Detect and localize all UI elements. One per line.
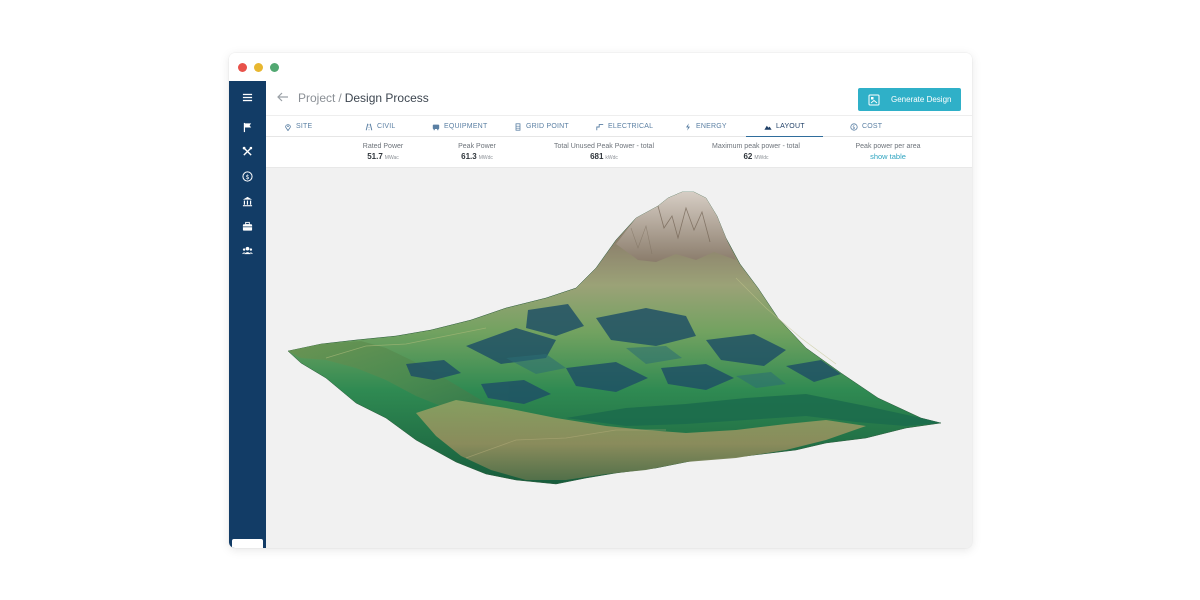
tab-site-label: SITE	[296, 123, 313, 130]
tab-cost-label: COST	[862, 123, 883, 130]
cost-icon: $	[850, 122, 858, 130]
tools-icon[interactable]	[229, 141, 266, 161]
tab-site[interactable]: SITE	[284, 116, 312, 137]
stats-bar: Rated Power 51.7 MWac Peak Power 61.3 MWdc…	[266, 137, 972, 168]
back-arrow-icon[interactable]	[276, 90, 290, 104]
stat-unused-peak-power: Total Unused Peak Power - total 681 kWdc	[529, 142, 679, 164]
stat-unit: kWdc	[605, 155, 618, 161]
page-header: Project / Design Process Generate Design	[266, 81, 972, 115]
tab-layout[interactable]: LAYOUT	[764, 116, 805, 137]
tab-electrical-label: ELECTRICAL	[608, 123, 654, 130]
sidebar: $	[229, 81, 266, 548]
stat-label: Maximum peak power - total	[712, 143, 800, 150]
stat-max-peak-power: Maximum peak power - total 62 MWdc	[686, 142, 826, 164]
tab-equipment-label: EQUIPMENT	[444, 123, 488, 130]
tab-energy[interactable]: ENERGY	[684, 116, 727, 137]
stat-value: 62	[743, 152, 753, 161]
main-content: Project / Design Process Generate Design S…	[266, 81, 972, 548]
flag-icon[interactable]	[229, 117, 266, 137]
stat-label: Peak power per area	[855, 143, 921, 150]
users-icon[interactable]	[229, 240, 266, 260]
minimize-window-button[interactable]	[254, 63, 263, 72]
stat-unit: MWdc	[478, 155, 493, 161]
tab-grid-point[interactable]: GRID POINT	[514, 116, 569, 137]
company-logo	[232, 539, 263, 548]
breadcrumb: Project / Design Process	[298, 91, 429, 105]
stat-label: Total Unused Peak Power - total	[554, 143, 654, 150]
app-window: $ Project / Design Process Generate Desi…	[229, 53, 972, 548]
road-icon	[365, 123, 373, 130]
stat-unit: MWdc	[754, 155, 769, 161]
tab-bar: SITE CIVIL EQUIPMENT GRID POINT ELECTRIC…	[266, 115, 972, 138]
tab-equipment[interactable]: EQUIPMENT	[432, 116, 487, 137]
stat-value: 51.7	[367, 152, 383, 161]
dollar-icon[interactable]: $	[229, 166, 266, 186]
title-bar	[229, 53, 972, 81]
lightning-icon	[686, 122, 690, 131]
svg-text:$: $	[245, 172, 249, 180]
briefcase-icon[interactable]	[229, 216, 266, 236]
tab-electrical[interactable]: ELECTRICAL	[596, 116, 653, 137]
tab-civil-label: CIVIL	[377, 123, 396, 130]
stat-unit: MWac	[384, 155, 399, 161]
breadcrumb-parent[interactable]: Project	[298, 91, 335, 105]
equipment-icon	[432, 124, 440, 130]
tab-cost[interactable]: $ COST	[850, 116, 882, 137]
breadcrumb-separator: /	[338, 91, 342, 105]
stat-value: 61.3	[461, 152, 477, 161]
generate-design-label: Generate Design	[891, 95, 952, 104]
grid-point-icon	[515, 122, 521, 131]
stat-value: 681	[590, 152, 604, 161]
stat-label: Peak Power	[458, 143, 496, 150]
bank-icon[interactable]	[229, 191, 266, 211]
stat-peak-power: Peak Power 61.3 MWdc	[422, 142, 532, 164]
generate-design-button[interactable]: Generate Design	[858, 88, 961, 111]
maximize-window-button[interactable]	[270, 63, 279, 72]
electrical-icon	[596, 123, 604, 130]
page-title: Design Process	[344, 91, 429, 105]
tab-layout-label: LAYOUT	[776, 123, 805, 130]
tab-energy-label: ENERGY	[696, 123, 727, 130]
location-pin-icon	[285, 123, 291, 131]
terrain-3d-viewport[interactable]	[266, 168, 972, 548]
generate-design-icon	[868, 94, 880, 105]
tab-civil[interactable]: CIVIL	[365, 116, 396, 137]
terrain-render	[287, 191, 942, 485]
stat-peak-power-per-area: Peak power per area show table	[838, 142, 938, 162]
mountain-icon	[764, 125, 772, 130]
show-table-link[interactable]: show table	[838, 151, 938, 162]
svg-text:$: $	[852, 124, 855, 130]
tab-grid-point-label: GRID POINT	[526, 123, 569, 130]
close-window-button[interactable]	[238, 63, 247, 72]
menu-icon[interactable]	[229, 87, 266, 107]
